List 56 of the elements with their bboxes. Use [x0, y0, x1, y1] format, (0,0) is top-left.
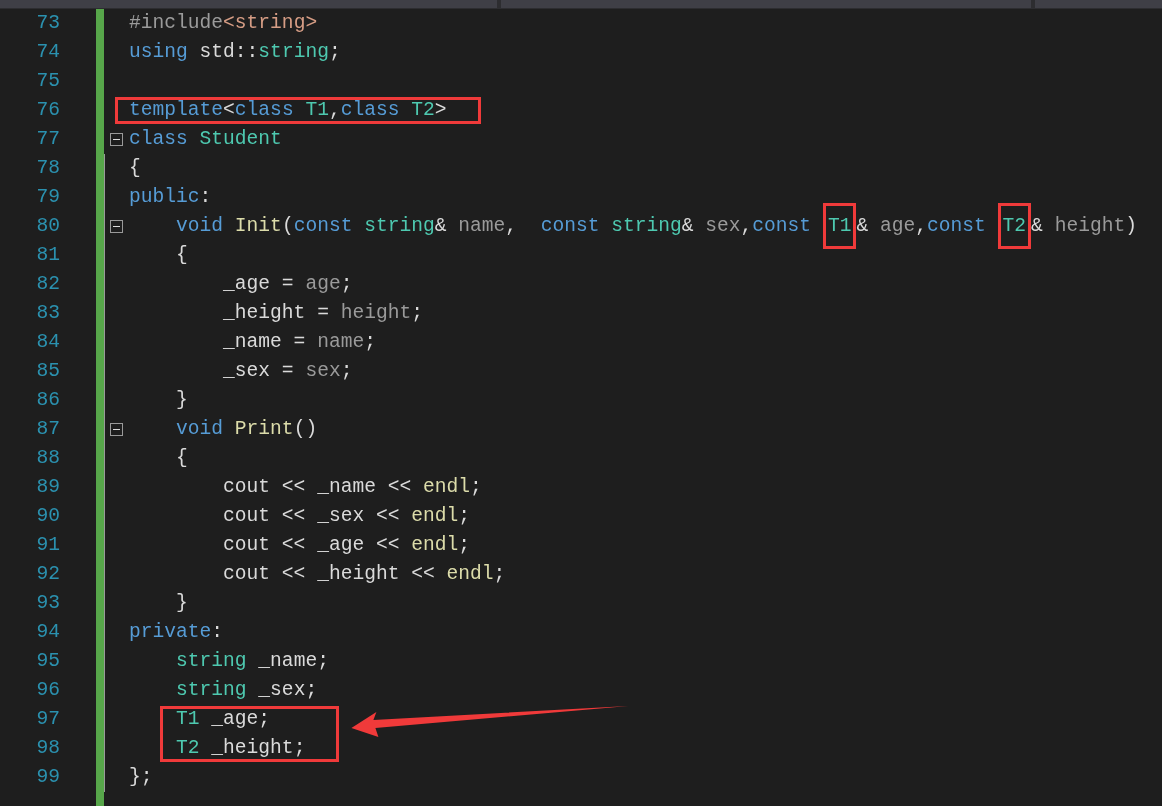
fold-toggle[interactable] [110, 423, 123, 436]
line-number: 73 [35, 11, 60, 36]
code-line: string _sex; [175, 679, 318, 701]
line-number: 99 [35, 765, 60, 790]
code-line: }; [129, 766, 153, 788]
code-line: _age = age; [222, 273, 353, 295]
line-number: 89 [35, 475, 60, 500]
line-number: 80 [35, 214, 60, 239]
code-line: cout << _age << endl; [222, 534, 470, 556]
code-line: { [175, 447, 188, 469]
code-line: #include<string> [129, 12, 318, 34]
code-line: class Student [129, 128, 282, 150]
code-line: void Print() [175, 418, 318, 440]
line-number: 98 [35, 736, 60, 761]
line-number: 77 [35, 127, 60, 152]
line-number: 78 [35, 156, 60, 181]
code-line: _sex = sex; [222, 360, 353, 382]
line-number: 90 [35, 504, 60, 529]
line-number: 82 [35, 272, 60, 297]
code-line: public: [129, 186, 212, 208]
code-line: _height = height; [222, 302, 423, 324]
code-line: cout << _sex << endl; [222, 505, 470, 527]
line-number: 91 [35, 533, 60, 558]
line-number: 83 [35, 301, 60, 326]
line-number: 74 [35, 40, 60, 65]
line-number: 79 [35, 185, 60, 210]
line-number: 97 [35, 707, 60, 732]
fold-toggle[interactable] [110, 133, 123, 146]
code-line: } [175, 592, 188, 614]
line-number: 85 [35, 359, 60, 384]
line-number: 81 [35, 243, 60, 268]
line-number: 92 [35, 562, 60, 587]
line-number: 87 [35, 417, 60, 442]
line-number: 93 [35, 591, 60, 616]
line-number: 96 [35, 678, 60, 703]
code-line: cout << _name << endl; [222, 476, 482, 498]
line-number: 75 [35, 69, 60, 94]
code-line: _name = name; [222, 331, 376, 353]
code-line: string _name; [175, 650, 329, 672]
code-line: { [129, 157, 141, 179]
line-number: 94 [35, 620, 60, 645]
code-line: cout << _height << endl; [222, 563, 506, 585]
code-line: { [175, 244, 188, 266]
line-number: 88 [35, 446, 60, 471]
code-line: template<class T1,class T2> [129, 99, 447, 121]
line-number: 84 [35, 330, 60, 355]
code-line: } [175, 389, 188, 411]
code-line: T1 _age; [175, 708, 271, 730]
code-line: private: [129, 621, 224, 643]
code-line: void Init(const string& name, const string& sex,const T1 & age,const T2 & height) [129, 215, 1137, 237]
fold-toggle[interactable] [110, 220, 123, 233]
line-number: 76 [35, 98, 60, 123]
line-number: 86 [35, 388, 60, 413]
code-line: T2 _height; [175, 737, 306, 759]
code-line: using std::string; [129, 41, 341, 63]
line-number: 95 [35, 649, 60, 674]
